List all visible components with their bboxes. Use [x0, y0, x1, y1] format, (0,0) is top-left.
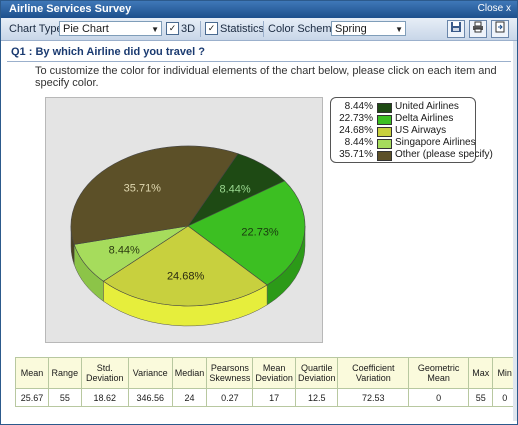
legend-label: Other (please specify): [395, 149, 493, 160]
chart-type-value: Pie Chart: [63, 23, 109, 35]
legend-swatch[interactable]: [377, 139, 392, 149]
chevron-down-icon: ▼: [151, 25, 159, 34]
stat-value: 346.56: [127, 388, 173, 407]
legend-label: United Airlines: [395, 101, 459, 112]
save-button[interactable]: [447, 20, 465, 38]
stat-value: 17: [252, 388, 296, 407]
statistics-checkbox[interactable]: ✓: [205, 22, 218, 35]
pie-slice-label: 8.44%: [219, 183, 250, 195]
three-d-checkbox[interactable]: ✓: [166, 22, 179, 35]
export-button[interactable]: [491, 20, 509, 38]
stat-value: 72.53: [337, 388, 410, 407]
legend-percent: 24.68%: [339, 125, 373, 136]
statistics-table: Mean Range Std. Deviation Variance Median Pea…: [14, 357, 517, 407]
stat-value: 55: [48, 388, 82, 407]
stat-header: Mean Deviation: [252, 357, 296, 389]
stat-header: Std. Deviation: [80, 357, 129, 389]
stat-value: 0.27: [206, 388, 254, 407]
title-bar: Airline Services Survey Close x: [1, 1, 517, 18]
color-scheme-select[interactable]: Spring ▼: [331, 21, 406, 36]
window-title: Airline Services Survey: [9, 3, 132, 15]
statistics-value-row: 25.67 55 18.62 346.56 24 0.27 17 12.5 72.53 0 55 0: [14, 388, 517, 407]
divider: [7, 61, 511, 62]
stat-header: Median: [171, 357, 208, 389]
legend-swatch[interactable]: [377, 103, 392, 113]
toolbar: Chart Type: Pie Chart ▼ ✓ 3D ✓ Statistic…: [1, 18, 517, 41]
three-d-label: 3D: [181, 23, 196, 35]
statistics-label: Statistics: [220, 23, 265, 35]
color-scheme-label: Color Scheme:: [268, 23, 341, 35]
instruction-text: To customize the color for individual el…: [35, 65, 497, 89]
stat-value: 12.5: [294, 388, 339, 407]
stat-header: Geometric Mean: [408, 357, 470, 389]
legend-percent: 8.44%: [344, 101, 373, 112]
toolbar-divider: [263, 21, 264, 37]
print-button[interactable]: [469, 20, 487, 38]
stat-value: 18.62: [80, 388, 129, 407]
pie-chart[interactable]: 8.44% 22.73% 24.68% 8.44% 35.71%: [46, 98, 322, 342]
print-icon: [473, 21, 483, 33]
export-icon: [495, 21, 505, 33]
stat-value: 25.67: [14, 388, 50, 407]
chart-type-label: Chart Type:: [9, 23, 66, 35]
stat-header: Coefficient Variation: [337, 357, 410, 389]
stat-header: Max: [468, 357, 494, 389]
stat-value: 0: [408, 388, 470, 407]
legend-percent: 8.44%: [344, 137, 373, 148]
legend-label: Delta Airlines: [395, 113, 454, 124]
legend-label: Singapore Airlines: [395, 137, 476, 148]
legend-label: US Airways: [395, 125, 447, 136]
stat-header: Quartile Deviation: [294, 357, 339, 389]
pie-chart-area[interactable]: 8.44% 22.73% 24.68% 8.44% 35.71%: [45, 97, 323, 343]
legend-percent: 22.73%: [339, 113, 373, 124]
chevron-down-icon: ▼: [395, 25, 403, 34]
chart-legend: 8.44% United Airlines 22.73% Delta Airlines…: [330, 97, 493, 163]
legend-swatch[interactable]: [377, 115, 392, 125]
stat-header: Range: [48, 357, 82, 389]
legend-swatch[interactable]: [377, 151, 392, 161]
close-button[interactable]: Close x: [478, 3, 511, 14]
toolbar-divider: [200, 21, 201, 37]
pie-slice-label: 35.71%: [124, 182, 162, 194]
survey-window: Airline Services Survey Close x Chart Ty…: [0, 0, 518, 425]
statistics-header-row: Mean Range Std. Deviation Variance Median Pea…: [14, 357, 517, 389]
pie-slice-label: 8.44%: [109, 245, 140, 257]
pie-slice-label: 24.68%: [167, 271, 205, 283]
stat-header: Mean: [14, 357, 50, 389]
stat-value: 24: [171, 388, 208, 407]
legend-swatch[interactable]: [377, 127, 392, 137]
pie-slice-label: 22.73%: [241, 227, 279, 239]
stat-value: 55: [468, 388, 494, 407]
stat-header: Variance: [127, 357, 173, 389]
question-title: Q1 : By which Airline did you travel ?: [11, 46, 205, 58]
save-icon: [451, 22, 461, 32]
scrollbar[interactable]: [513, 41, 517, 421]
legend-percent: 35.71%: [339, 149, 373, 160]
color-scheme-value: Spring: [335, 23, 367, 35]
chart-type-select[interactable]: Pie Chart ▼: [59, 21, 162, 36]
stat-header: Pearsons Skewness: [206, 357, 254, 389]
